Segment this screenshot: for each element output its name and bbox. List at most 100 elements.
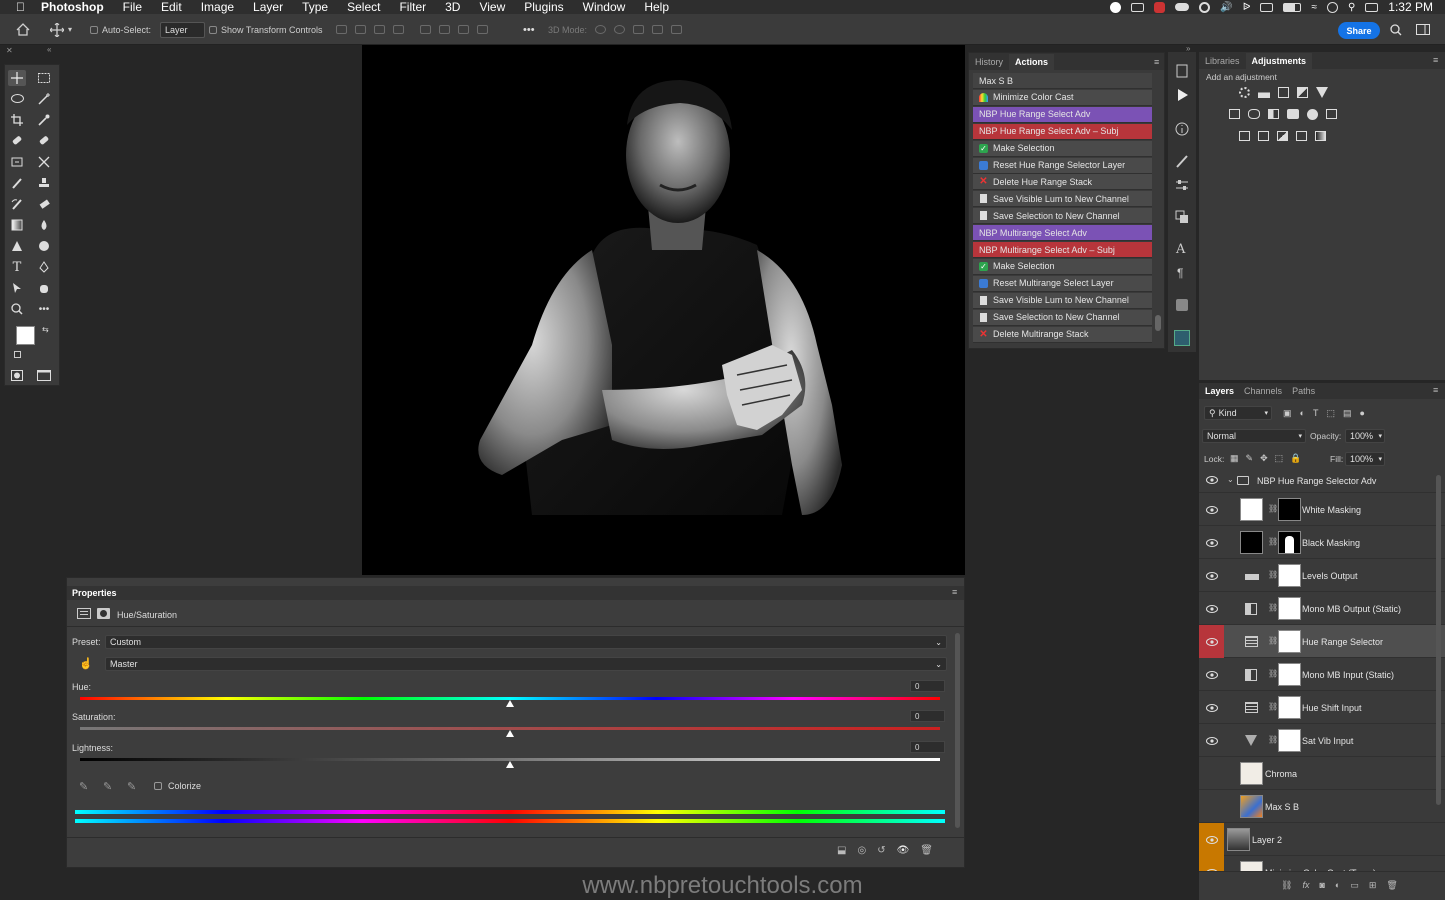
tab-libraries[interactable]: Libraries — [1205, 56, 1240, 66]
layer-thumbnail[interactable] — [1240, 531, 1263, 554]
spotlight-icon[interactable]: ⚲ — [1348, 2, 1355, 13]
layer-row[interactable]: ⛓ Mono MB Output (Static) — [1199, 592, 1445, 625]
layer-row[interactable]: ⛓ Hue Range Selector — [1199, 625, 1445, 658]
layer-mask-thumbnail[interactable] — [1278, 564, 1301, 587]
default-colors-icon[interactable] — [14, 351, 21, 358]
eyedropper-subtract-icon[interactable]: ✎ — [127, 780, 136, 793]
eyedropper-sample-icon[interactable]: ✎ — [79, 780, 88, 793]
brush-settings-icon[interactable] — [1175, 154, 1189, 168]
saturation-value-field[interactable]: 0 — [910, 710, 945, 722]
filter-shape-icon[interactable]: ⬚ — [1326, 408, 1335, 419]
hue-saturation-icon[interactable] — [1229, 109, 1240, 119]
opacity-field[interactable]: 100% ▾ — [1345, 429, 1385, 443]
layer-thumbnail[interactable] — [1240, 498, 1263, 521]
layer-group-row[interactable]: ⌄ NBP Hue Range Selector Adv — [1199, 471, 1445, 493]
layer-mask-thumbnail[interactable] — [1278, 531, 1301, 554]
fill-field[interactable]: 100% ▾ — [1345, 452, 1385, 466]
lock-artboard-icon[interactable]: ⬚ — [1275, 453, 1284, 464]
layer-mask-thumbnail[interactable] — [1278, 498, 1301, 521]
action-item[interactable]: ✓ Make Selection — [973, 140, 1152, 157]
properties-menu-icon[interactable]: ≡ — [952, 587, 957, 597]
layer-visibility-eye-icon[interactable] — [1199, 559, 1224, 592]
magic-wand-icon[interactable] — [35, 91, 53, 107]
creative-cloud-icon[interactable] — [1199, 1, 1211, 13]
mask-icon[interactable] — [97, 608, 110, 619]
distribute-v-icon[interactable] — [477, 25, 488, 34]
screen-mode-icon[interactable] — [35, 367, 53, 383]
group-eye-icon[interactable] — [1206, 476, 1218, 484]
more-options-icon[interactable]: ••• — [523, 14, 535, 45]
show-transform-checkbox[interactable]: Show Transform Controls — [209, 14, 323, 45]
filter-toggle-icon[interactable]: ● — [1359, 408, 1364, 419]
layer-filter-kind[interactable]: ⚲ Kind ▾ — [1204, 406, 1272, 420]
action-item[interactable]: Reset Multirange Select Layer — [973, 275, 1152, 292]
hand-tool-icon[interactable] — [35, 280, 53, 296]
action-item[interactable]: Max S B — [973, 73, 1152, 89]
action-item[interactable]: ✕ Delete Hue Range Stack — [973, 174, 1152, 191]
3d-roll-icon[interactable] — [614, 25, 625, 34]
hue-value-field[interactable]: 0 — [910, 680, 945, 692]
action-item[interactable]: Minimize Color Cast — [973, 89, 1152, 106]
3d-scale-icon[interactable] — [671, 25, 682, 34]
plugin-panel-icon[interactable] — [1174, 330, 1190, 346]
tab-actions[interactable]: Actions — [1009, 53, 1055, 70]
chain-link-icon[interactable]: ⛓ — [1268, 537, 1278, 546]
levels-icon[interactable] — [1258, 87, 1270, 98]
layer-visibility-eye-icon[interactable] — [1199, 592, 1224, 625]
invert-icon[interactable] — [1239, 131, 1250, 141]
lasso-tool-icon[interactable] — [8, 91, 26, 107]
layer-visibility-eye-icon[interactable] — [1199, 790, 1224, 823]
actions-menu-icon[interactable]: ≡ — [1154, 57, 1159, 67]
action-item[interactable]: Reset Hue Range Selector Layer — [973, 157, 1152, 174]
align-center-h-icon[interactable] — [355, 25, 366, 34]
channel-mixer-icon[interactable] — [1307, 109, 1318, 120]
patch-tool-icon[interactable] — [35, 133, 53, 149]
curves-icon[interactable] — [1278, 87, 1289, 98]
adjustments-menu-icon[interactable]: ≡ — [1433, 55, 1438, 65]
app-badge-icon[interactable] — [1154, 1, 1166, 13]
paragraph-panel-icon[interactable]: ¶ — [1177, 266, 1183, 280]
brightness-contrast-icon[interactable] — [1239, 87, 1250, 98]
more-tools-icon[interactable]: ••• — [35, 301, 53, 317]
move-tool-icon[interactable]: ▾ — [50, 14, 72, 45]
align-bottom-icon[interactable] — [458, 25, 469, 34]
lock-paint-icon[interactable]: ✎ — [1246, 453, 1254, 464]
sponge-tool-icon[interactable] — [35, 238, 53, 254]
share-button[interactable]: Share — [1338, 22, 1380, 39]
document-canvas[interactable] — [362, 45, 965, 575]
pen-tool-icon[interactable] — [35, 259, 53, 275]
filter-type-icon[interactable]: T — [1313, 408, 1319, 419]
layer-visibility-eye-icon[interactable] — [1199, 658, 1224, 691]
zoom-tool-icon[interactable] — [8, 301, 26, 317]
apple-menu-icon[interactable]:  — [16, 0, 25, 14]
lock-position-icon[interactable]: ✥ — [1260, 453, 1268, 464]
black-white-icon[interactable] — [1268, 109, 1279, 119]
chain-link-icon[interactable]: ⛓ — [1268, 603, 1278, 612]
foreground-color-swatch[interactable] — [16, 326, 35, 345]
layer-visibility-eye-icon[interactable] — [1199, 526, 1224, 559]
preset-dropdown[interactable]: Custom ⌄ — [105, 635, 947, 649]
lightness-slider-thumb[interactable] — [506, 761, 514, 768]
tab-adjustments[interactable]: Adjustments — [1245, 52, 1313, 69]
posterize-icon[interactable] — [1258, 131, 1269, 141]
history-panel-icon[interactable] — [1175, 64, 1189, 78]
menu-file[interactable]: File — [123, 0, 142, 14]
info-panel-icon[interactable] — [1175, 122, 1189, 136]
filter-pixel-icon[interactable]: ▣ — [1283, 408, 1292, 419]
auto-select-dropdown[interactable]: Layer — [160, 21, 205, 38]
cloud-icon[interactable] — [1175, 3, 1190, 11]
colorize-checkbox[interactable] — [154, 782, 162, 790]
threshold-icon[interactable] — [1277, 131, 1288, 141]
gradient-map-icon[interactable] — [1315, 131, 1326, 141]
reset-icon[interactable]: ↺ — [877, 845, 885, 856]
play-actions-icon[interactable] — [1175, 88, 1189, 102]
move-tool-icon[interactable] — [8, 70, 26, 86]
gradient-tool-icon[interactable] — [8, 217, 26, 233]
swap-colors-icon[interactable]: ⇆ — [42, 325, 49, 334]
bluetooth-icon[interactable]: ᐉ — [1243, 2, 1251, 13]
keyboard-icon[interactable] — [1260, 2, 1274, 12]
search-icon[interactable] — [1390, 23, 1402, 36]
vibrance-icon[interactable] — [1316, 87, 1328, 98]
type-tool-icon[interactable]: T — [8, 259, 26, 275]
record-icon[interactable] — [1110, 1, 1122, 13]
